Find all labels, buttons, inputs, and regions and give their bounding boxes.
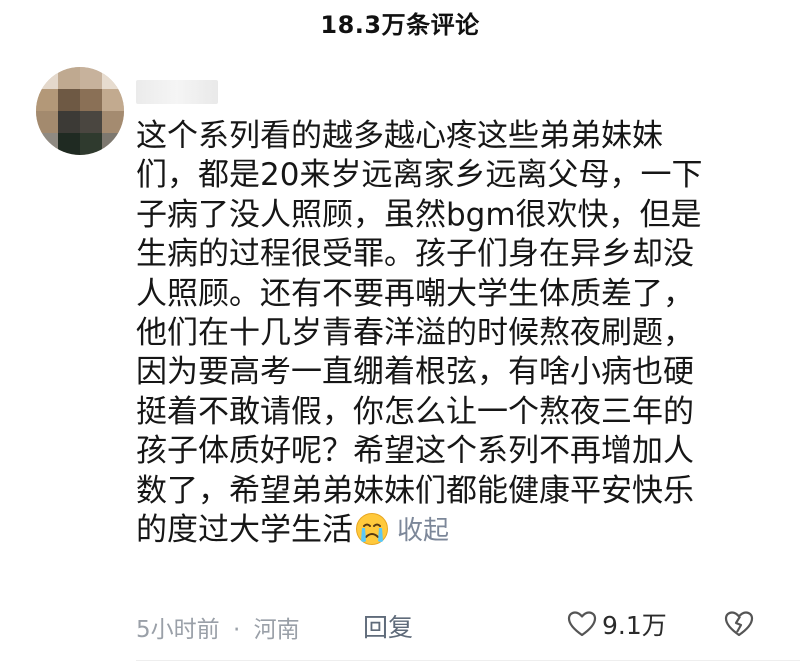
like-button[interactable]: 9.1万 xyxy=(566,606,667,642)
crying-face-icon xyxy=(356,512,388,545)
comments-header: 18.3万条评论 xyxy=(0,0,800,44)
comment-meta: 5小时前 · 河南 xyxy=(136,610,300,644)
meta-separator: · xyxy=(232,617,241,643)
comment-line: 这个系列看的越多越心疼这些弟弟妹妹 xyxy=(136,118,663,154)
username-blurred[interactable] xyxy=(136,80,218,104)
reply-button[interactable]: 回复 xyxy=(363,608,413,644)
comment-text: 这个系列看的越多越心疼这些弟弟妹妹 们，都是20来岁远离家乡远离父母，一下 子病… xyxy=(136,117,744,550)
like-count: 9.1万 xyxy=(602,611,667,640)
comment-count-title: 18.3万条评论 xyxy=(320,10,480,39)
comment-line: 的度过大学生活 xyxy=(136,511,353,548)
comment-line: 生病的过程很受罪。孩子们身在异乡却没 xyxy=(136,236,694,273)
heart-icon xyxy=(567,611,597,637)
dislike-icon[interactable] xyxy=(723,608,755,640)
comment-line: 挺着不敢请假，你怎么让一个熬夜三年的 xyxy=(136,393,694,430)
collapse-button[interactable]: 收起 xyxy=(397,516,449,546)
comment-line: 因为要高考一直绷着根弦，有啥小病也硬 xyxy=(136,354,694,391)
timestamp: 5小时前 xyxy=(136,617,220,643)
comment-line: 孩子体质好呢？希望这个系列不再增加人 xyxy=(136,433,694,470)
comment-line: 人照顾。还有不要再嘲大学生体质差了， xyxy=(136,275,694,312)
bottom-divider xyxy=(136,660,800,661)
comment-line: 子病了没人照顾，虽然bgm很欢快，但是 xyxy=(136,196,702,233)
location: 河南 xyxy=(253,617,300,643)
comment-line: 们，都是20来岁远离家乡远离父母，一下 xyxy=(136,157,703,194)
avatar[interactable] xyxy=(36,67,124,155)
comment-last-line: 的度过大学生活 收起 xyxy=(136,511,744,550)
comment-line: 数了，希望弟弟妹妹们都能健康平安快乐 xyxy=(136,472,694,509)
comment-line: 他们在十几岁青春洋溢的时候熬夜刷题， xyxy=(136,314,694,351)
